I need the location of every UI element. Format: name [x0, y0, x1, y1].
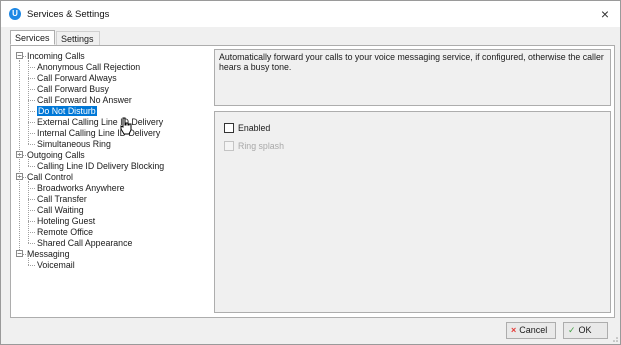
tree-item[interactable]: Hoteling Guest	[37, 216, 95, 226]
tree-connector	[23, 56, 26, 57]
tree-category[interactable]: Call Control	[27, 172, 73, 182]
tree-expander-icon[interactable]: −	[16, 250, 23, 258]
tree-item[interactable]: Remote Office	[37, 227, 93, 237]
services-tree[interactable]: − Incoming Calls Anonymous Call Rejection C…	[15, 50, 211, 315]
tree-item[interactable]: External Calling Line ID Delivery	[37, 117, 163, 127]
tree-category[interactable]: Incoming Calls	[27, 51, 85, 61]
tree-item-label: External Calling Line ID Delivery	[37, 117, 164, 127]
tree-connector	[28, 67, 35, 68]
tree-item[interactable]: Internal Calling Line ID Delivery	[37, 128, 160, 138]
tree-connector	[23, 177, 26, 178]
tree-connector	[28, 89, 35, 90]
tree-connector	[28, 265, 35, 266]
tree-item[interactable]: Voicemail	[37, 260, 75, 270]
tree-connector	[28, 181, 29, 243]
tree-connector	[28, 144, 35, 145]
ok-label: OK	[578, 325, 592, 335]
tree-item-label: Call Control	[27, 172, 73, 182]
tree-connector	[28, 188, 35, 189]
tree-category[interactable]: Outgoing Calls	[27, 150, 85, 160]
resize-grip-icon[interactable]	[610, 334, 618, 342]
services-settings-window: U Services & Settings × Services Setting…	[0, 0, 621, 345]
window-title: Services & Settings	[27, 9, 110, 20]
ring-splash-label: Ring splash	[238, 141, 284, 151]
tree-item-label: Call Forward Always	[37, 73, 117, 83]
tree-expander-icon[interactable]: −	[16, 52, 23, 60]
tree-item-label: Simultaneous Ring	[37, 139, 111, 149]
tree-item-label: Hoteling Guest	[37, 216, 96, 226]
tree-item-label: Voicemail	[37, 260, 75, 270]
tree-connector	[28, 221, 35, 222]
tab-settings[interactable]: Settings	[56, 31, 100, 45]
service-description: Automatically forward your calls to your…	[214, 49, 611, 106]
tree-item[interactable]: Call Transfer	[37, 194, 87, 204]
cancel-label: Cancel	[519, 325, 548, 335]
ok-button[interactable]: ✓ OK	[563, 322, 608, 339]
tree-connector	[19, 60, 20, 250]
tree-item-label: Do Not Disturb	[37, 106, 97, 116]
cancel-button[interactable]: × Cancel	[506, 322, 556, 339]
options-panel: Enabled Ring splash	[214, 111, 611, 313]
tree-item[interactable]: Broadworks Anywhere	[37, 183, 125, 193]
tree-item[interactable]: Call Forward No Answer	[37, 95, 132, 105]
tree-item[interactable]: Call Waiting	[37, 205, 84, 215]
tree-item-label: Calling Line ID Delivery Blocking	[37, 161, 165, 171]
tree-item-label: Anonymous Call Rejection	[37, 62, 141, 72]
enabled-label[interactable]: Enabled	[238, 123, 270, 133]
tree-connector	[28, 100, 35, 101]
tree-item-label: Outgoing Calls	[27, 150, 85, 160]
tree-item[interactable]: Call Forward Always	[37, 73, 117, 83]
close-button[interactable]: ×	[596, 5, 614, 23]
tree-connector	[28, 111, 35, 112]
tree-item[interactable]: Shared Call Appearance	[37, 238, 132, 248]
tree-item[interactable]: Simultaneous Ring	[37, 139, 111, 149]
tree-item-label: Internal Calling Line ID Delivery	[37, 128, 161, 138]
tree-connector	[28, 199, 35, 200]
tree-item-label: Call Forward Busy	[37, 84, 109, 94]
cancel-icon: ×	[511, 325, 517, 335]
tree-item-label: Remote Office	[37, 227, 94, 237]
tree-item[interactable]: Do Not Disturb	[37, 106, 97, 116]
tree-item[interactable]: Anonymous Call Rejection	[37, 62, 140, 72]
app-logo-icon: U	[9, 8, 21, 20]
title-bar[interactable]: U Services & Settings ×	[1, 1, 620, 27]
tree-connector	[28, 243, 35, 244]
hand-cursor-icon	[120, 117, 132, 135]
tree-item-label: Incoming Calls	[27, 51, 85, 61]
tab-services[interactable]: Services	[10, 30, 55, 45]
tree-item-label: Call Forward No Answer	[37, 95, 132, 105]
tree-connector	[28, 258, 29, 265]
tree-item-label: Call Waiting	[37, 205, 84, 215]
tree-connector	[28, 232, 35, 233]
enabled-checkbox[interactable]	[224, 123, 234, 133]
tree-connector	[28, 166, 35, 167]
tree-item[interactable]: Call Forward Busy	[37, 84, 109, 94]
tree-item-label: Call Transfer	[37, 194, 87, 204]
tree-item-label: Broadworks Anywhere	[37, 183, 125, 193]
tree-connector	[28, 60, 29, 144]
tree-connector	[28, 133, 35, 134]
tree-connector	[23, 254, 26, 255]
tree-item[interactable]: Calling Line ID Delivery Blocking	[37, 161, 164, 171]
tree-item-label: Shared Call Appearance	[37, 238, 133, 248]
tree-connector	[28, 78, 35, 79]
tree-category[interactable]: Messaging	[27, 249, 70, 259]
tree-item-label: Messaging	[27, 249, 70, 259]
tree-connector	[23, 155, 26, 156]
ok-icon: ✓	[568, 325, 576, 335]
tree-connector	[28, 210, 35, 211]
ring-splash-checkbox[interactable]	[224, 141, 234, 151]
tree-connector	[28, 122, 35, 123]
tree-connector	[28, 159, 29, 166]
